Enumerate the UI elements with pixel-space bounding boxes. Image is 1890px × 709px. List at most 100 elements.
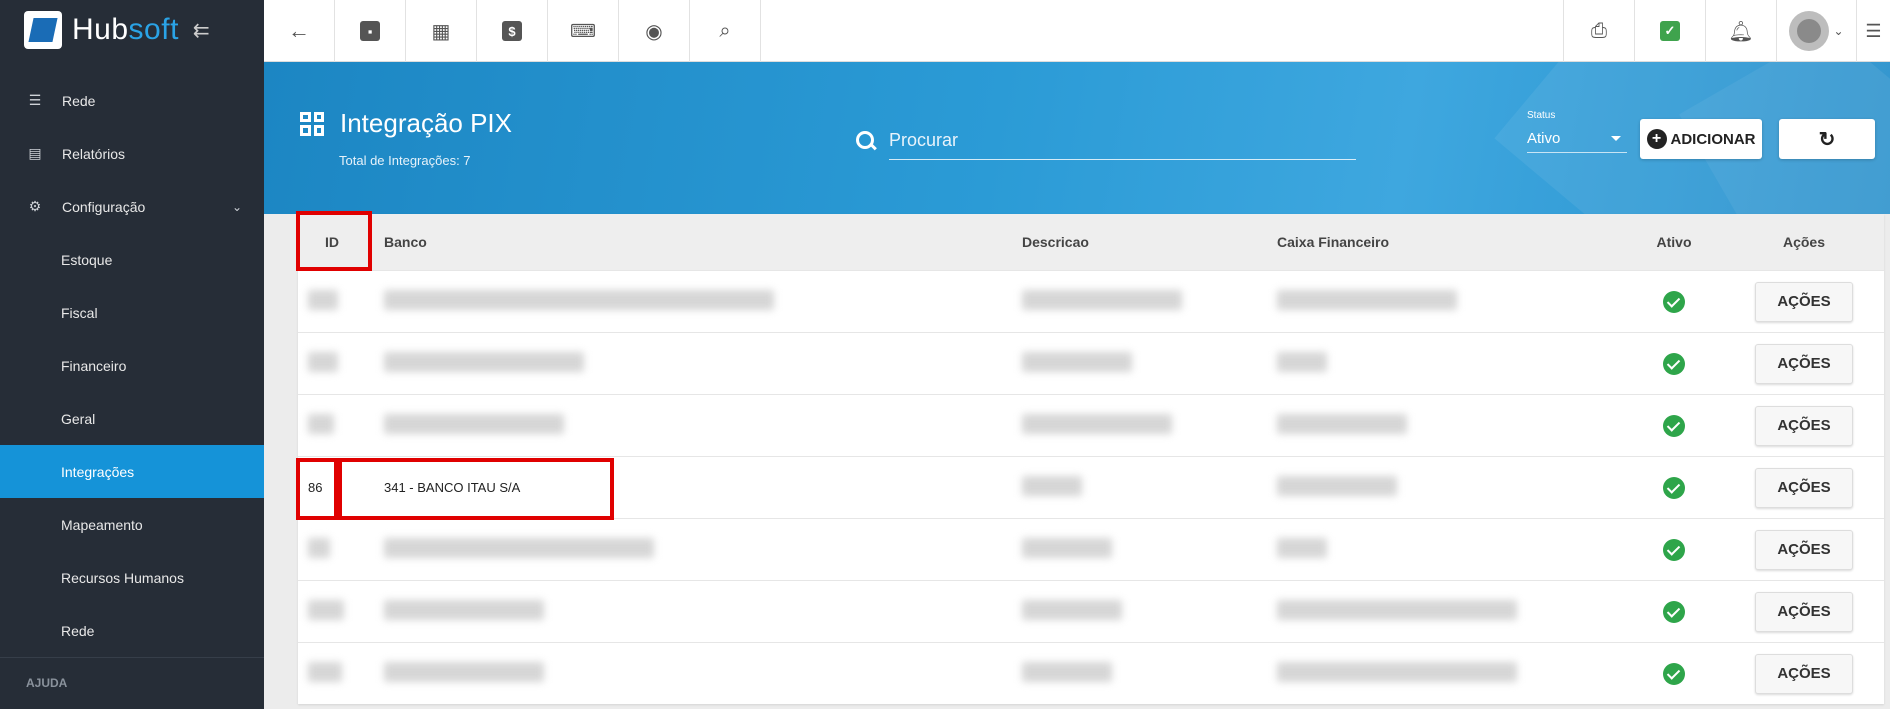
table-row[interactable]: 86 341 - BANCO ITAU S/A AÇÕES bbox=[298, 456, 1884, 518]
avatar bbox=[1789, 11, 1830, 51]
redacted-caixa bbox=[1277, 290, 1457, 310]
pdf-button[interactable]: ⎙ bbox=[1563, 0, 1634, 62]
sidebar-item-relatorios[interactable]: ▤ Relatórios bbox=[0, 127, 264, 180]
redacted-caixa bbox=[1277, 662, 1517, 682]
actions-button[interactable]: AÇÕES bbox=[1755, 591, 1853, 632]
chevron-down-icon: ⌄ bbox=[1833, 24, 1844, 38]
redacted-id bbox=[308, 662, 342, 682]
more-menu-button[interactable]: ☰ bbox=[1856, 0, 1890, 62]
sidebar-item-financeiro[interactable]: Financeiro bbox=[0, 339, 264, 392]
actions-button[interactable]: AÇÕES bbox=[1755, 653, 1853, 694]
redacted-descricao bbox=[1022, 662, 1112, 682]
messages-button[interactable]: ✓ bbox=[1634, 0, 1705, 62]
pdf-icon: ⎙ bbox=[1591, 19, 1607, 42]
column-header-ativo[interactable]: Ativo bbox=[1624, 234, 1724, 250]
redacted-id bbox=[308, 414, 334, 434]
qr-code-icon bbox=[300, 111, 324, 136]
status-select[interactable]: Ativo bbox=[1527, 125, 1627, 153]
redacted-descricao bbox=[1022, 538, 1112, 558]
check-circle-icon bbox=[1663, 290, 1685, 313]
sidebar-item-label: Recursos Humanos bbox=[61, 569, 184, 586]
dollar-icon: $ bbox=[502, 21, 522, 41]
column-header-caixa[interactable]: Caixa Financeiro bbox=[1267, 234, 1624, 250]
sidebar-item-label: Configuração bbox=[62, 198, 146, 215]
check-circle-icon bbox=[1663, 600, 1685, 623]
plus-circle-icon: + bbox=[1646, 129, 1667, 149]
brand: Hubsoft ⇇ bbox=[0, 0, 264, 60]
table-row[interactable]: AÇÕES bbox=[298, 642, 1884, 704]
table-row[interactable]: AÇÕES bbox=[298, 518, 1884, 580]
refresh-button[interactable]: ↻ bbox=[1779, 119, 1875, 159]
sidebar-item-estoque[interactable]: Estoque bbox=[0, 233, 264, 286]
sidebar-item-label: Geral bbox=[61, 410, 96, 427]
redacted-caixa bbox=[1277, 600, 1517, 620]
sidebar-item-label: Financeiro bbox=[61, 357, 127, 374]
search-input[interactable] bbox=[889, 122, 1356, 160]
sidebar-item-label: Rede bbox=[62, 92, 96, 109]
caret-down-icon bbox=[1611, 136, 1621, 141]
user-menu-button[interactable]: ⌄ bbox=[1776, 0, 1856, 62]
column-header-descricao[interactable]: Descricao bbox=[1012, 234, 1267, 250]
redacted-descricao bbox=[1022, 414, 1172, 434]
sidebar-item-rede[interactable]: ☰ Rede bbox=[0, 74, 264, 127]
page-title: Integração PIX bbox=[340, 108, 512, 138]
actions-button[interactable]: AÇÕES bbox=[1755, 467, 1853, 508]
table-row[interactable]: AÇÕES bbox=[298, 394, 1884, 456]
list-icon: ☰ bbox=[1865, 20, 1882, 41]
table-row[interactable]: AÇÕES bbox=[298, 332, 1884, 394]
redacted-banco bbox=[384, 414, 564, 434]
notifications-button[interactable]: 🔔︎ bbox=[1705, 0, 1776, 62]
schedule-button[interactable]: ▦ bbox=[406, 0, 477, 62]
financial-button[interactable]: $ bbox=[477, 0, 548, 62]
check-circle-icon bbox=[1663, 662, 1685, 685]
check-circle-icon bbox=[1663, 538, 1685, 561]
search-icon bbox=[855, 130, 877, 152]
sidebar-section-ajuda: AJUDA bbox=[0, 657, 264, 708]
actions-button[interactable]: AÇÕES bbox=[1755, 529, 1853, 570]
terminal-button[interactable]: ⌨ bbox=[548, 0, 619, 62]
redacted-id bbox=[308, 352, 338, 372]
sidebar-item-label: Relatórios bbox=[62, 145, 126, 162]
sidebar-item-mapeamento[interactable]: Mapeamento bbox=[0, 498, 264, 551]
sidebar-item-label: Integrações bbox=[61, 463, 135, 480]
view-button[interactable]: ◉ bbox=[619, 0, 690, 62]
table-row[interactable]: AÇÕES bbox=[298, 270, 1884, 332]
add-button[interactable]: + ADICIONAR bbox=[1640, 119, 1762, 159]
table-row[interactable]: AÇÕES bbox=[298, 580, 1884, 642]
check-circle-icon bbox=[1663, 352, 1685, 375]
search-button[interactable]: ⌕ bbox=[690, 0, 761, 62]
actions-button[interactable]: AÇÕES bbox=[1755, 281, 1853, 322]
back-button[interactable]: ← bbox=[264, 0, 335, 62]
status-label: Status bbox=[1527, 110, 1556, 121]
redacted-descricao bbox=[1022, 352, 1132, 372]
sidebar-item-recursos-humanos[interactable]: Recursos Humanos bbox=[0, 551, 264, 604]
redacted-descricao bbox=[1022, 290, 1182, 310]
sidebar-item-configuracao[interactable]: ⚙ Configuração ⌄ bbox=[0, 180, 264, 233]
redacted-caixa bbox=[1277, 352, 1327, 372]
sidebar-item-geral[interactable]: Geral bbox=[0, 392, 264, 445]
eye-icon: ◉ bbox=[645, 20, 663, 43]
sidebar-item-label: Estoque bbox=[61, 251, 113, 268]
calendar-clock-icon: ▦ bbox=[431, 20, 451, 43]
search-icon: ⌕ bbox=[719, 19, 731, 42]
check-circle-icon bbox=[1663, 414, 1685, 437]
actions-button[interactable]: AÇÕES bbox=[1755, 405, 1853, 446]
row-banco: 341 - BANCO ITAU S/A bbox=[384, 480, 521, 495]
redacted-id bbox=[308, 600, 344, 620]
status-value: Ativo bbox=[1527, 130, 1561, 147]
redacted-caixa bbox=[1277, 414, 1407, 434]
actions-button[interactable]: AÇÕES bbox=[1755, 343, 1853, 384]
clients-button[interactable]: ▪ bbox=[335, 0, 406, 62]
sidebar-item-integracoes[interactable]: Integrações bbox=[0, 445, 264, 498]
hubsoft-logo bbox=[24, 11, 62, 49]
column-header-banco[interactable]: Banco bbox=[366, 234, 1012, 250]
gear-icon: ⚙ bbox=[28, 198, 42, 214]
redacted-descricao bbox=[1022, 476, 1082, 496]
terminal-icon: ⌨ bbox=[570, 20, 596, 41]
collapse-menu-icon[interactable]: ⇇ bbox=[193, 18, 210, 43]
sidebar-item-rede-config[interactable]: Rede bbox=[0, 604, 264, 657]
sidebar-item-fiscal[interactable]: Fiscal bbox=[0, 286, 264, 339]
column-header-id[interactable]: ID bbox=[298, 234, 366, 250]
sidebar-nav: ☰ Rede ▤ Relatórios ⚙ Configuração ⌄ Estoque… bbox=[0, 74, 264, 708]
redacted-descricao bbox=[1022, 600, 1122, 620]
